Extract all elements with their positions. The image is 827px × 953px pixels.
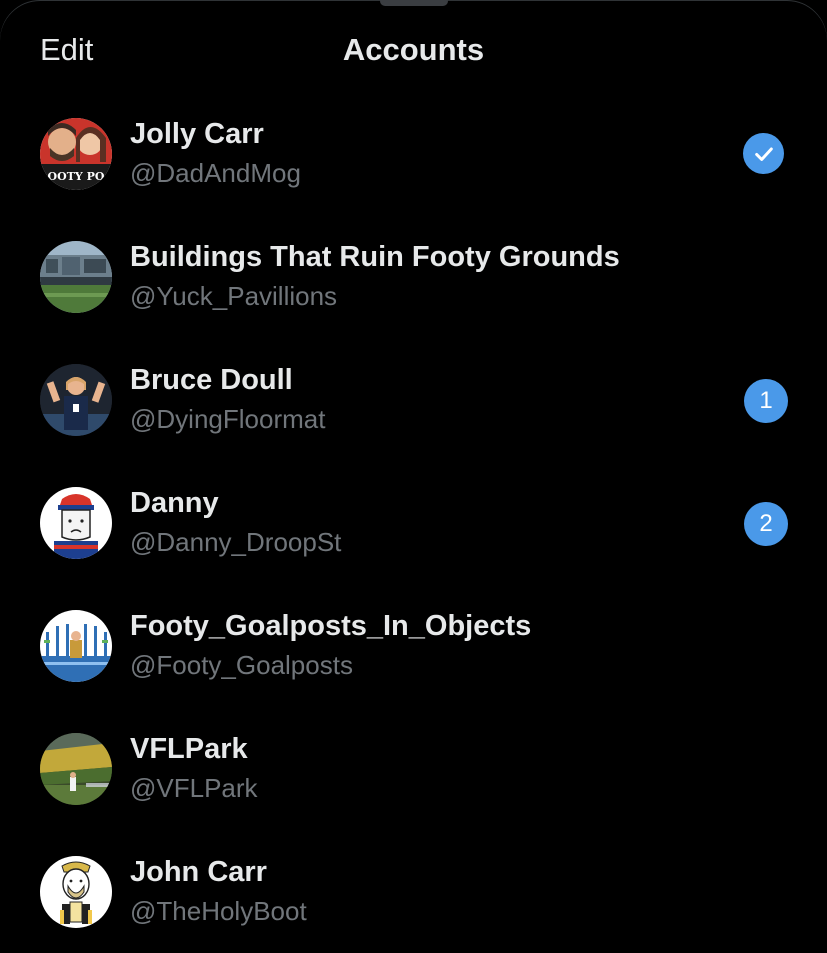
account-name: Buildings That Ruin Footy Grounds [130, 241, 620, 273]
account-row-danny-droopst[interactable]: Danny @Danny_DroopSt 2 [0, 461, 827, 584]
account-handle: @Danny_DroopSt [130, 527, 342, 557]
checkmark-icon [743, 133, 784, 174]
account-handle: @DyingFloormat [130, 404, 326, 434]
account-handle: @Footy_Goalposts [130, 650, 353, 680]
account-name: Jolly Carr [130, 118, 264, 150]
account-handle: @DadAndMog [130, 158, 301, 188]
avatar [40, 856, 112, 928]
unread-badge: 2 [744, 502, 788, 546]
account-handle: @TheHolyBoot [130, 896, 307, 926]
account-name: Danny [130, 487, 219, 519]
account-handle: @VFLPark [130, 773, 258, 803]
avatar: OOTY PO [40, 118, 112, 190]
accounts-sheet: Edit Accounts OOTY PO Jolly Carr @DadAnd… [0, 0, 827, 953]
page-title: Accounts [342, 32, 485, 67]
avatar [40, 610, 112, 682]
account-handle: @Yuck_Pavillions [130, 281, 338, 311]
avatar [40, 733, 112, 805]
account-list: OOTY PO Jolly Carr @DadAndMog Buildings … [0, 92, 827, 953]
account-name: VFLPark [130, 733, 248, 765]
avatar [40, 487, 112, 559]
account-name: John Carr [130, 856, 267, 888]
account-row-footy-goalposts[interactable]: Footy_Goalposts_In_Objects @Footy_Goalpo… [0, 584, 827, 707]
account-row-dadandmog[interactable]: OOTY PO Jolly Carr @DadAndMog [0, 92, 827, 215]
avatar [40, 241, 112, 313]
account-row-theholyboot[interactable]: John Carr @TheHolyBoot [0, 830, 827, 953]
svg-text:OOTY PO: OOTY PO [48, 170, 105, 183]
account-row-vflpark[interactable]: VFLPark @VFLPark [0, 707, 827, 830]
account-name: Footy_Goalposts_In_Objects [130, 610, 532, 642]
account-row-yuck-pavillions[interactable]: Buildings That Ruin Footy Grounds @Yuck_… [0, 215, 827, 338]
sheet-grabber[interactable] [380, 0, 448, 6]
unread-badge: 1 [744, 379, 788, 423]
avatar [40, 364, 112, 436]
account-name: Bruce Doull [130, 364, 293, 396]
account-row-dyingfloormat[interactable]: Bruce Doull @DyingFloormat 1 [0, 338, 827, 461]
